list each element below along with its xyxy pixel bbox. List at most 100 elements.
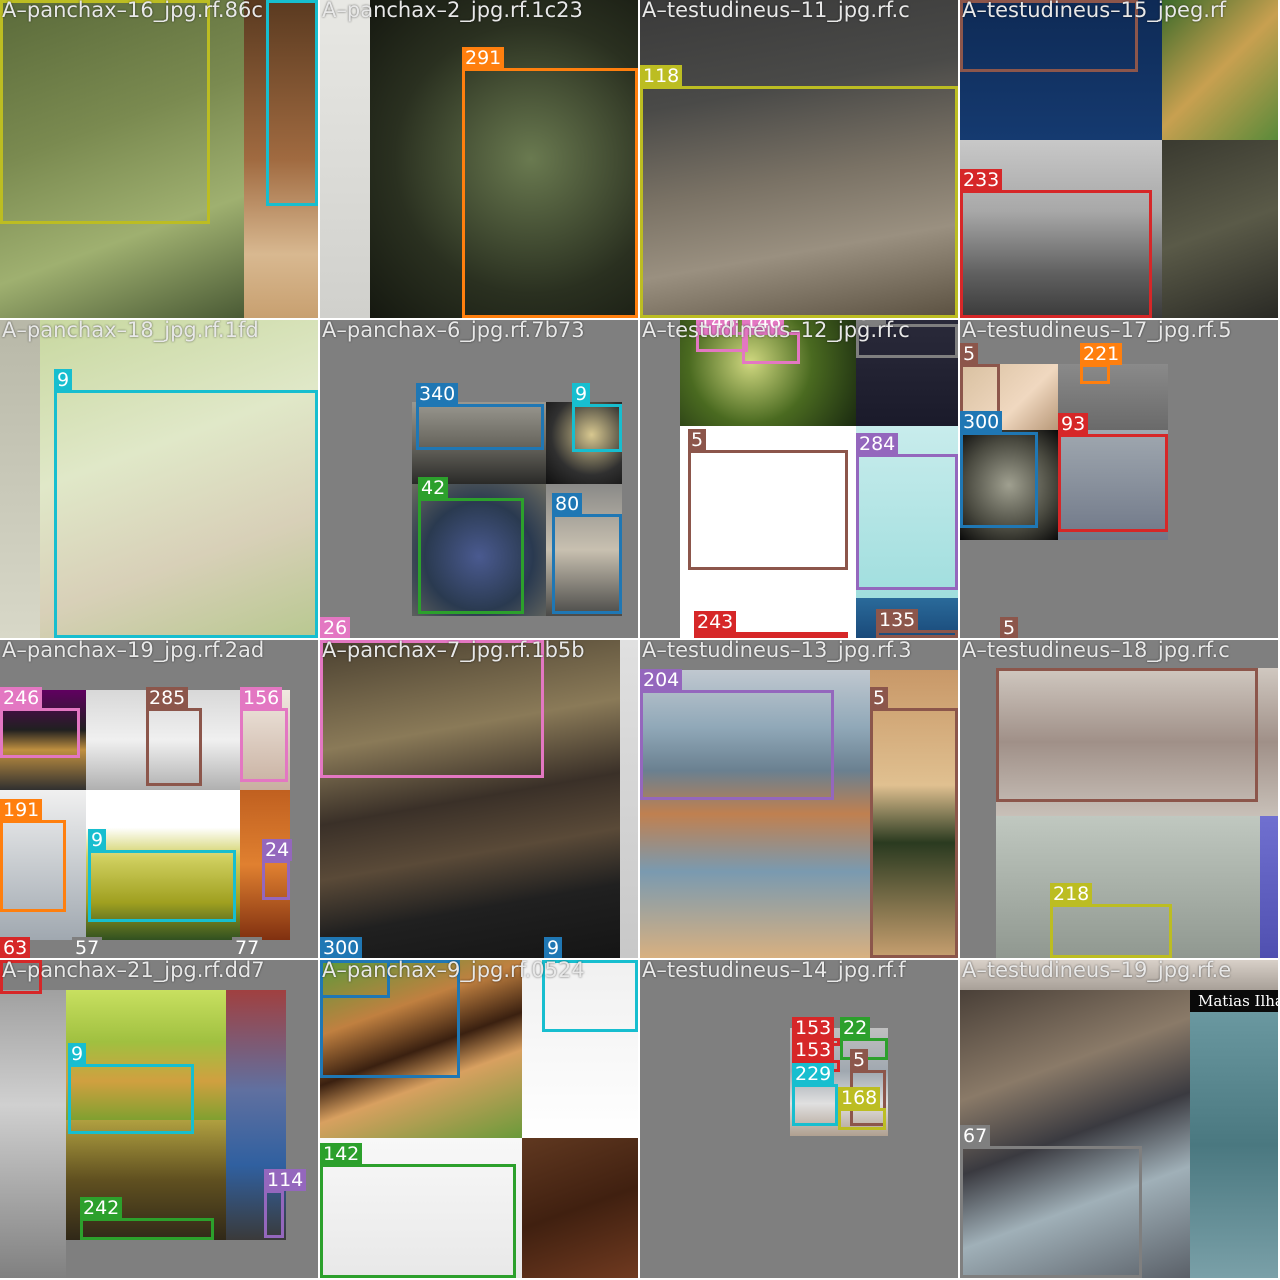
training-image [320, 0, 370, 318]
bounding-box-label: 246 [0, 687, 43, 709]
bounding-box-label: 242 [80, 1197, 123, 1219]
bounding-box: 118 [640, 65, 958, 318]
bounding-box [0, 0, 210, 224]
bounding-box-label: 300 [320, 937, 363, 958]
bounding-box-label: 57 [72, 937, 103, 958]
bounding-box: 242 [80, 1197, 214, 1240]
bounding-box-label: 5 [688, 429, 707, 451]
bounding-box-label: 135 [876, 609, 919, 631]
bounding-box-label: 24 [262, 839, 293, 861]
bounding-box: 168 [838, 1087, 886, 1130]
bounding-box-label: 285 [146, 687, 189, 709]
tile-filename: A–panchax–9_jpg.rf.0524 [322, 960, 585, 982]
tile-filename: A–panchax–21_jpg.rf.dd7 [2, 960, 265, 982]
mosaic-tile: 67 Matias Ilhab A–testudineus–19_jpg.rf.e [960, 960, 1278, 1278]
bounding-box: 233 [960, 169, 1152, 318]
mosaic-tile: 5 221 300 93 5 A–testudineus–17_jpg.rf.5 [960, 320, 1278, 638]
training-image [1190, 1012, 1278, 1278]
bounding-box: 67 [960, 1125, 1142, 1278]
mosaic-tile: 340 9 42 80 26 A–panchax–6_jpg.rf.7b73 [320, 320, 638, 638]
bounding-box-label: 221 [1080, 343, 1123, 365]
bounding-box-label: 26 [320, 617, 351, 638]
bounding-box-label: 118 [640, 65, 683, 87]
bounding-box-label: 63 [0, 937, 31, 958]
bounding-box-label: 9 [68, 1043, 87, 1065]
bounding-box-label: 243 [694, 611, 737, 633]
tile-filename: A–testudineus–15_jpeg.rf [962, 0, 1226, 22]
bounding-box: 42 [418, 477, 524, 614]
bounding-box: 9 [88, 829, 236, 922]
bounding-box: 218 [1050, 883, 1172, 958]
mosaic-tile: 300 9 A–panchax–7_jpg.rf.1b5b [320, 640, 638, 958]
mosaic-tile: 9 A–panchax–18_jpg.rf.1fd [0, 320, 318, 638]
bounding-box: 243 [694, 611, 848, 638]
bounding-box [266, 0, 318, 206]
training-image [1260, 816, 1278, 958]
tile-filename: A–testudineus–18_jpg.rf.c [962, 640, 1230, 662]
bounding-box: 9 [54, 369, 318, 638]
bounding-box: 291 [462, 47, 638, 318]
bounding-box-label: 22 [840, 1017, 871, 1039]
bounding-box-label: 9 [544, 937, 563, 958]
bounding-box: 340 [416, 383, 544, 450]
training-image [0, 320, 40, 638]
bounding-box-label: 80 [552, 493, 583, 515]
tile-filename: A–panchax–2_jpg.rf.1c23 [322, 0, 583, 22]
bounding-box-label: 229 [792, 1063, 835, 1085]
bounding-box-label: 5 [850, 1049, 869, 1071]
mosaic-tile: 146146575284243135A–testudineus–12_jpg.r… [640, 320, 958, 638]
bounding-box: 9 [68, 1043, 194, 1134]
mosaic-tile: 9 242 114 A–panchax–21_jpg.rf.dd7 [0, 960, 318, 1278]
bounding-box-label: 156 [240, 687, 283, 709]
bounding-box-label: 204 [640, 669, 683, 691]
bounding-box-label: 9 [88, 829, 107, 851]
bounding-box: 229 [792, 1063, 838, 1126]
bounding-box-label: 5 [960, 343, 979, 365]
mosaic-tile: 204 5 A–testudineus–13_jpg.rf.3 [640, 640, 958, 958]
mosaic-grid: A–panchax–16_jpg.rf.86c 291 A–panchax–2_jp… [0, 0, 1280, 1280]
mosaic-tile: 153 153 22 229 5 168 A–testudineus–14_jpg.rf.f [640, 960, 958, 1278]
training-image [1162, 140, 1278, 318]
bounding-box-label: 233 [960, 169, 1003, 191]
bounding-box-label: 142 [320, 1143, 363, 1165]
mosaic-tile: 233 A–testudineus–15_jpeg.rf [960, 0, 1278, 318]
bounding-box: 135 [876, 609, 958, 638]
bounding-box: 221 [1080, 343, 1123, 384]
bounding-box-label: 291 [462, 47, 505, 69]
bounding-box-label: 114 [264, 1169, 307, 1191]
bounding-box-label: 300 [960, 411, 1003, 433]
training-image [522, 1138, 638, 1278]
bounding-box-label: 168 [838, 1087, 881, 1109]
bounding-box: 142 [320, 1143, 516, 1278]
mosaic-tile: A–panchax–16_jpg.rf.86c [0, 0, 318, 318]
tile-filename: A–testudineus–11_jpg.rf.c [642, 0, 910, 22]
bounding-box-label: 5 [1000, 617, 1019, 638]
bounding-box: 80 [552, 493, 622, 614]
bounding-box: 93 [1058, 413, 1168, 532]
bounding-box: 285 [146, 687, 202, 786]
bounding-box-label: 191 [0, 799, 43, 821]
bounding-box-label: 93 [1058, 413, 1089, 435]
bounding-box-label: 67 [960, 1125, 991, 1147]
bounding-box: 246 [0, 687, 80, 758]
tile-filename: A–testudineus–13_jpg.rf.3 [642, 640, 912, 662]
tile-filename: A–panchax–7_jpg.rf.1b5b [322, 640, 585, 662]
tile-filename: A–testudineus–19_jpg.rf.e [962, 960, 1232, 982]
bounding-box: 5 [870, 687, 958, 958]
tile-filename: A–testudineus–17_jpg.rf.5 [962, 320, 1232, 342]
tile-filename: A–panchax–16_jpg.rf.86c [2, 0, 263, 22]
bounding-box-label: 5 [870, 687, 889, 709]
tile-filename: A–testudineus–12_jpg.rf.c [642, 320, 910, 342]
training-image [620, 640, 638, 958]
mosaic-tile: 291 A–panchax–2_jpg.rf.1c23 [320, 0, 638, 318]
bounding-box-label: 42 [418, 477, 449, 499]
mosaic-tile: 142 A–panchax–9_jpg.rf.0524 [320, 960, 638, 1278]
bounding-box: 300 [960, 411, 1038, 528]
mosaic-tile: 218 A–testudineus–18_jpg.rf.c [960, 640, 1278, 958]
bounding-box: 191 [0, 799, 66, 912]
bounding-box-label: 9 [54, 369, 73, 391]
bounding-box: 24 [262, 839, 293, 900]
bounding-box: 284 [856, 433, 958, 590]
bounding-box: 114 [264, 1169, 307, 1238]
mosaic-tile: 246 285 156 191 9 24 63 57 77 A–panchax–19_jpg.rf… [0, 640, 318, 958]
